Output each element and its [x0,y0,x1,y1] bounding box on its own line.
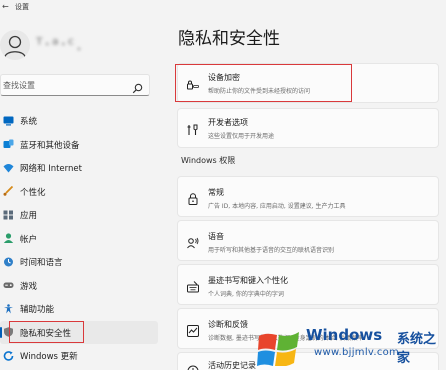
account-icon [3,233,14,244]
sidebar-item-windows-update[interactable]: Windows 更新 [0,344,158,368]
watermark: Windows 系统之家 www.bjjmlv.com [257,318,446,370]
gamepad-icon [3,280,14,291]
card-title: 墨迹书写和键入个性化 [208,276,288,285]
card-title: 语音 [208,232,224,241]
sidebar-item-label: 系统 [20,117,38,127]
sidebar-item-network[interactable]: 网络和 Internet [0,156,158,180]
watermark-cn-text: 系统之家 [397,332,437,366]
sidebar-item-gaming[interactable]: 游戏 [0,274,158,298]
title-bar: ← 设置 [0,0,446,14]
sidebar-item-label: 蓝牙和其他设备 [20,140,80,151]
globe-clock-icon [3,256,14,267]
card-title: 活动历史记录 [208,361,256,370]
left-pane: ᵀ·ᵃ·ᶜ. 查找设置 系统 蓝牙和其他设备 网络和 Internet 个性化 … [0,14,160,370]
section-header-windows-permissions: Windows 权限 [181,156,236,165]
card-title: 常规 [208,188,224,197]
user-name: ᵀ·ᵃ·ᶜ. [36,35,84,55]
tools-icon [187,121,199,135]
back-arrow-icon[interactable]: ← [2,2,9,11]
sidebar-item-label: 游戏 [20,281,38,292]
monitor-icon [3,115,14,126]
sidebar-item-system[interactable]: 系统 [0,109,158,133]
window-title: 设置 [15,3,29,11]
sidebar-item-label: 个性化 [20,187,46,198]
sidebar-item-accessibility[interactable]: 辅助功能 [0,297,158,321]
card-title: 开发者选项 [208,118,248,127]
lock-icon [187,190,199,205]
wifi-icon [3,162,14,173]
sidebar-item-label: 应用 [20,211,38,221]
card-desc: 用于听写和其他基于语音的交互的联机语音识别 [208,247,335,254]
watermark-text: Windows [306,326,383,344]
speech-person-icon [187,234,199,249]
sidebar-item-time-language[interactable]: 时间和语言 [0,250,158,274]
diagnostics-chart-icon [187,322,199,337]
sidebar-item-label: 网络和 Internet [20,164,82,174]
card-developer-options[interactable]: 开发者选项 这些设置仅用于开发用途 [177,108,439,148]
windows-logo-icon [257,322,301,370]
page-title: 隐私和安全性 [178,29,280,49]
card-desc: 广告 ID, 本地内容, 应用启动, 设置建议, 生产力工具 [208,203,346,210]
sidebar-item-label: 辅助功能 [20,305,55,315]
search-input[interactable]: 查找设置 [0,74,150,96]
card-speech[interactable]: 语音 用于听写和其他基于语音的交互的联机语音识别 [177,220,439,261]
card-desc: 个人词典, 你的字典中的字词 [208,291,284,298]
sidebar-item-label: 帐户 [20,234,38,245]
highlight-box-privacy [9,321,84,343]
user-avatar-icon[interactable] [0,30,30,60]
bluetooth-icon [3,139,14,150]
apps-icon [3,209,14,220]
card-inking-typing[interactable]: 墨迹书写和键入个性化 个人词典, 你的字典中的字词 [177,264,439,305]
card-title: 诊断和反馈 [208,320,248,329]
keyboard-pen-icon [187,278,199,293]
update-icon [3,350,14,361]
sidebar-item-label: 时间和语言 [20,258,63,268]
card-general[interactable]: 常规 广告 ID, 本地内容, 应用启动, 设置建议, 生产力工具 [177,176,439,217]
history-icon [187,362,199,370]
sidebar-item-apps[interactable]: 应用 [0,203,158,227]
sidebar-item-bluetooth[interactable]: 蓝牙和其他设备 [0,133,158,157]
sidebar-item-personalization[interactable]: 个性化 [0,180,158,204]
watermark-url: www.bjjmlv.com [314,347,400,358]
brush-icon [3,186,14,197]
sidebar-item-label: Windows 更新 [20,352,78,362]
search-placeholder: 查找设置 [3,81,35,90]
highlight-box-device-encryption [175,64,352,102]
card-desc: 这些设置仅用于开发用途 [208,133,275,140]
sidebar-item-accounts[interactable]: 帐户 [0,227,158,251]
search-icon[interactable] [132,79,143,98]
accessibility-icon [3,303,14,314]
